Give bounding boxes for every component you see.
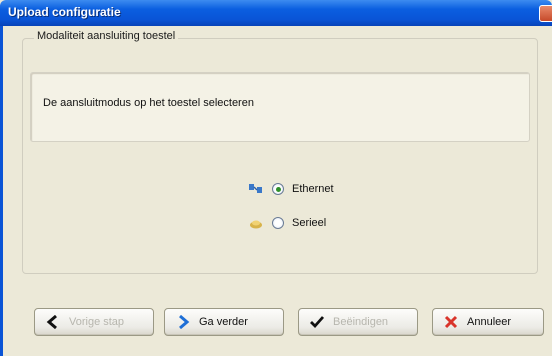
ethernet-label: Ethernet xyxy=(292,183,334,195)
finish-button-label: Beëindigen xyxy=(333,316,389,328)
option-serial[interactable]: Serieel xyxy=(248,216,326,230)
next-button-label: Ga verder xyxy=(199,316,248,328)
window-title: Upload configuratie xyxy=(8,5,121,19)
ethernet-radio[interactable] xyxy=(272,183,284,195)
group-legend: Modaliteit aansluiting toestel xyxy=(34,30,179,42)
title-bar: Upload configuratie xyxy=(0,0,552,26)
description-text: De aansluitmodus op het toestel selecter… xyxy=(43,97,254,109)
back-button[interactable]: Vorige stap xyxy=(34,308,154,336)
description-box: De aansluitmodus op het toestel selecter… xyxy=(30,72,530,142)
next-button[interactable]: Ga verder xyxy=(164,308,284,336)
arrow-left-icon xyxy=(46,315,57,329)
finish-button[interactable]: Beëindigen xyxy=(298,308,418,336)
serial-icon xyxy=(250,220,262,229)
arrow-right-icon xyxy=(179,315,190,329)
serial-label: Serieel xyxy=(292,217,327,229)
checkmark-icon xyxy=(310,316,325,329)
cancel-button[interactable]: Annuleer xyxy=(432,308,544,336)
option-ethernet[interactable]: Ethernet xyxy=(248,182,334,196)
cancel-x-icon xyxy=(444,315,458,329)
back-button-label: Vorige stap xyxy=(69,316,125,328)
network-icon xyxy=(249,184,262,193)
cancel-button-label: Annuleer xyxy=(467,316,512,328)
close-icon[interactable] xyxy=(539,5,552,22)
serial-radio[interactable] xyxy=(272,217,284,229)
